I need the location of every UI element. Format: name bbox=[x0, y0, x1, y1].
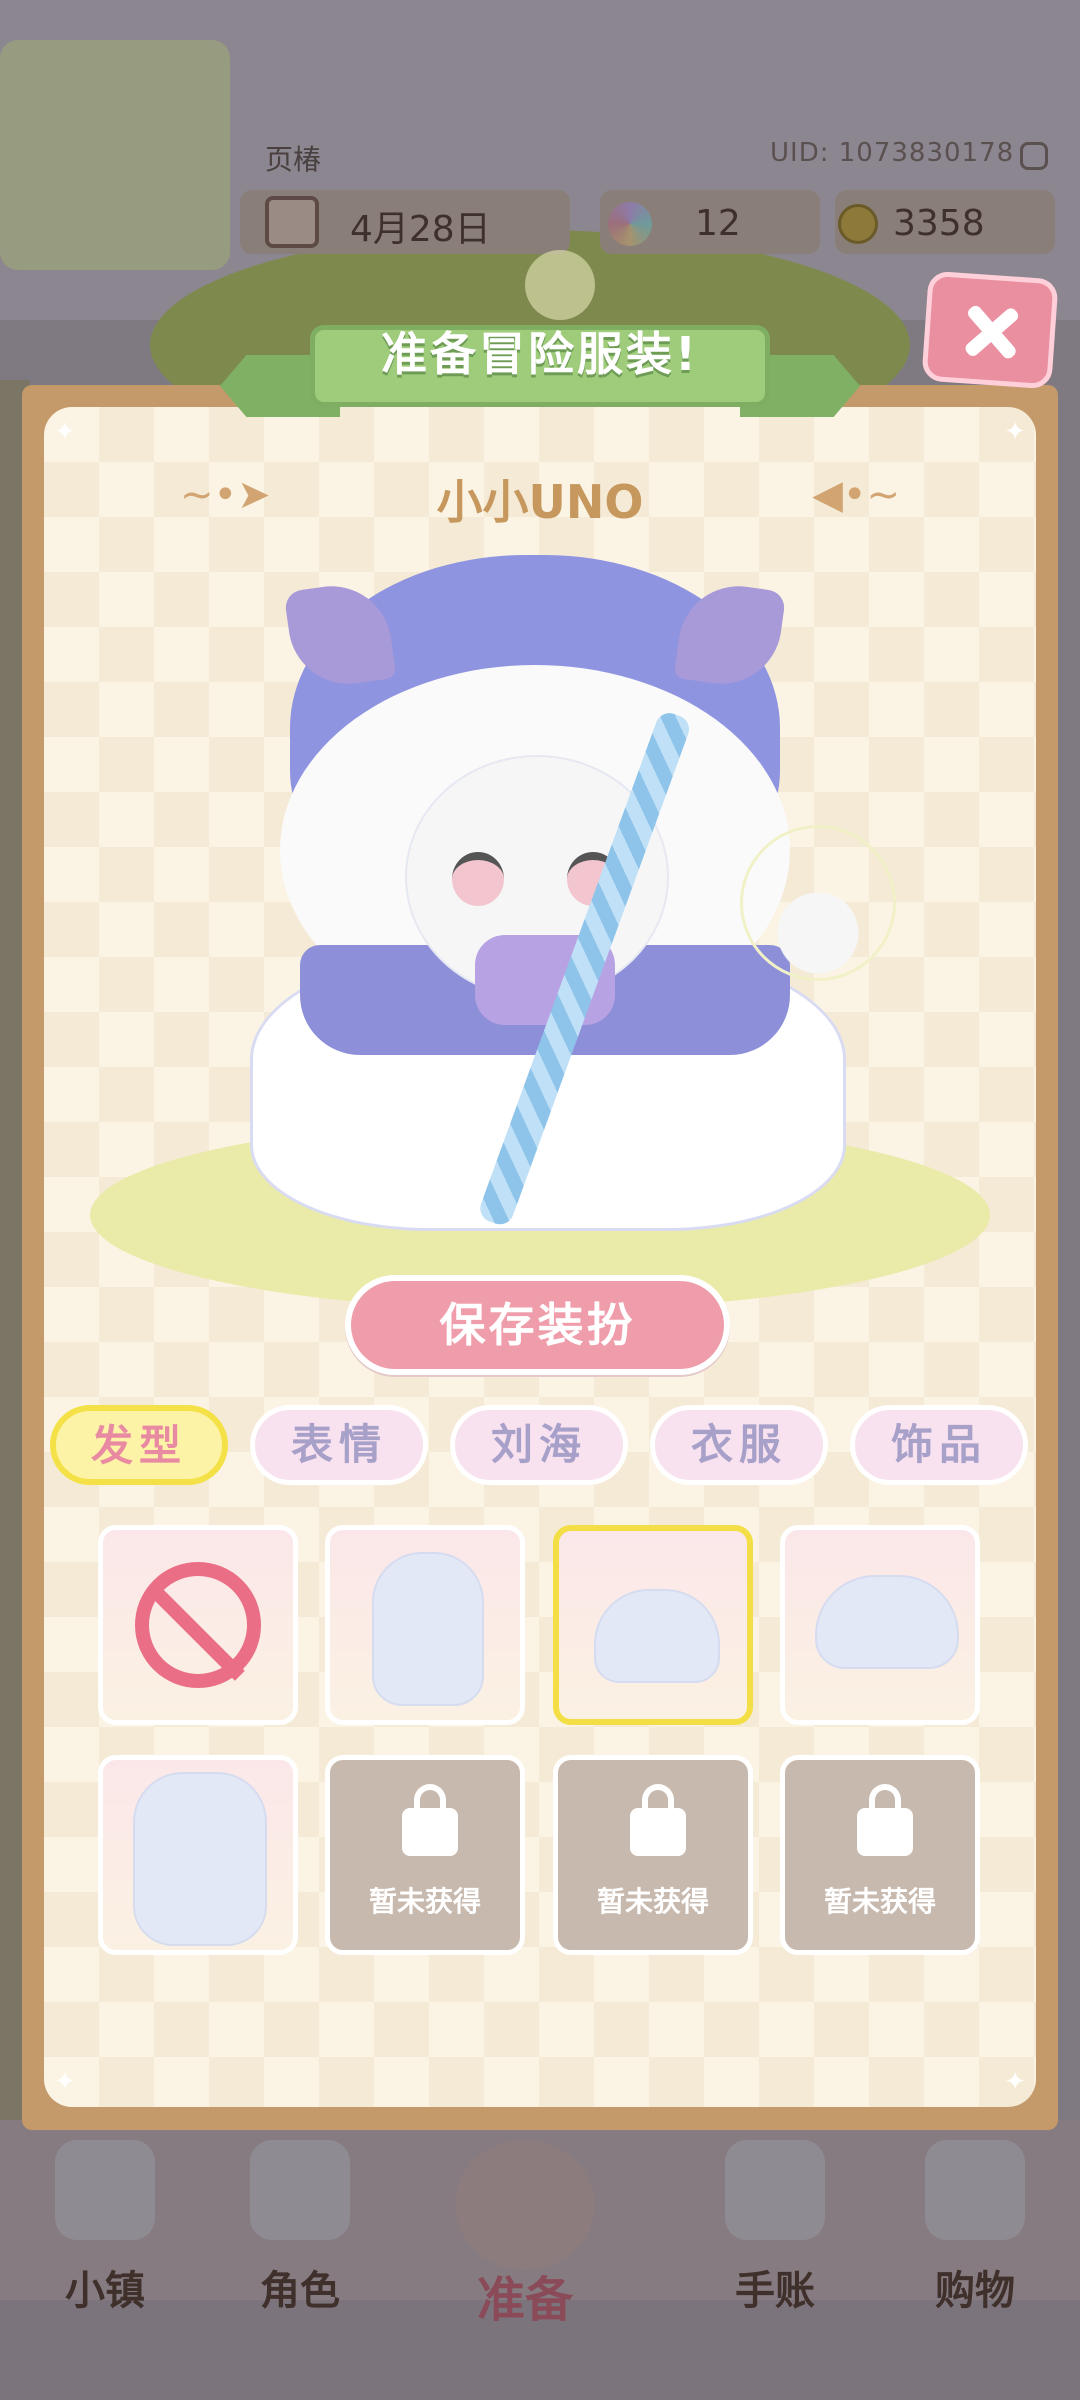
item-slot-locked[interactable]: 暂未获得 bbox=[325, 1755, 525, 1955]
star-icon: ✦ bbox=[54, 417, 76, 447]
tab-bangs[interactable]: 刘海 bbox=[450, 1405, 628, 1485]
star-icon: ✦ bbox=[54, 2067, 76, 2097]
long-hair-icon bbox=[372, 1552, 484, 1706]
clover-icon bbox=[525, 250, 595, 320]
locked-label: 暂未获得 bbox=[596, 1885, 709, 1918]
character-name: 小小UNO bbox=[436, 475, 644, 529]
twin-hair-icon bbox=[133, 1772, 267, 1946]
star-icon: ✦ bbox=[1004, 2067, 1026, 2097]
dialog-title: 准备冒险服装! bbox=[381, 327, 699, 381]
gem-icon bbox=[608, 202, 652, 246]
bubble bbox=[740, 825, 896, 981]
item-slot-hair[interactable] bbox=[780, 1525, 980, 1725]
locked-label: 暂未获得 bbox=[368, 1885, 481, 1918]
lock-icon bbox=[402, 1784, 458, 1856]
date-text: 4月28日 bbox=[350, 209, 491, 250]
nav-label: 小镇 bbox=[65, 2268, 145, 2314]
nav-item-character[interactable]: 角色 bbox=[225, 2140, 375, 2320]
calendar-icon bbox=[265, 196, 319, 248]
item-slot-none[interactable] bbox=[98, 1525, 298, 1725]
save-outfit-label: 保存装扮 bbox=[439, 1298, 636, 1352]
bob-hair-icon bbox=[815, 1575, 959, 1669]
item-slot-locked[interactable]: 暂未获得 bbox=[553, 1755, 753, 1955]
nav-label: 手账 bbox=[735, 2268, 815, 2314]
nav-item-prepare[interactable]: 准备 bbox=[450, 2140, 600, 2328]
tab-clothes[interactable]: 衣服 bbox=[650, 1405, 828, 1485]
star-icon: ✦ bbox=[1004, 417, 1026, 447]
save-outfit-button[interactable]: 保存装扮 bbox=[345, 1275, 730, 1375]
basket-icon bbox=[455, 2140, 595, 2270]
player-nickname: 页椿 bbox=[265, 143, 322, 176]
coin-icon bbox=[838, 204, 878, 244]
dialog-title-banner: 准备冒险服装! bbox=[220, 250, 860, 430]
item-slot-hair[interactable] bbox=[98, 1755, 298, 1955]
shopping-bag-icon bbox=[925, 2140, 1025, 2240]
character-preview bbox=[240, 555, 896, 1235]
locked-label: 暂未获得 bbox=[823, 1885, 936, 1918]
character-name-row: ~•➤ ◀•~ 小小UNO bbox=[180, 460, 900, 530]
diary-icon bbox=[725, 2140, 825, 2240]
copy-icon[interactable] bbox=[1020, 142, 1048, 170]
nav-label: 角色 bbox=[260, 2268, 340, 2314]
nav-item-diary[interactable]: 手账 bbox=[700, 2140, 850, 2320]
item-slot-locked[interactable]: 暂未获得 bbox=[780, 1755, 980, 1955]
tab-accessories[interactable]: 饰品 bbox=[850, 1405, 1028, 1485]
lock-icon bbox=[857, 1784, 913, 1856]
tab-hairstyle[interactable]: 发型 bbox=[50, 1405, 228, 1485]
item-slot-hair-selected[interactable] bbox=[553, 1525, 753, 1725]
nav-item-shop[interactable]: 购物 bbox=[900, 2140, 1050, 2320]
nav-item-town[interactable]: 小镇 bbox=[30, 2140, 180, 2320]
coin-value: 3358 bbox=[893, 203, 985, 244]
map-icon bbox=[55, 2140, 155, 2240]
player-avatar[interactable] bbox=[0, 40, 230, 270]
prohibited-icon bbox=[135, 1562, 261, 1688]
character-icon bbox=[250, 2140, 350, 2240]
close-button[interactable] bbox=[921, 270, 1059, 390]
tab-expression[interactable]: 表情 bbox=[250, 1405, 428, 1485]
eye bbox=[452, 852, 504, 906]
lock-icon bbox=[630, 1784, 686, 1856]
nav-label: 准备 bbox=[476, 2272, 573, 2328]
nav-label: 购物 bbox=[935, 2268, 1015, 2314]
gem-value: 12 bbox=[695, 203, 741, 244]
player-uid: UID: 1073830178 bbox=[770, 138, 1015, 168]
item-slot-hair[interactable] bbox=[325, 1525, 525, 1725]
short-hair-icon bbox=[594, 1589, 720, 1683]
